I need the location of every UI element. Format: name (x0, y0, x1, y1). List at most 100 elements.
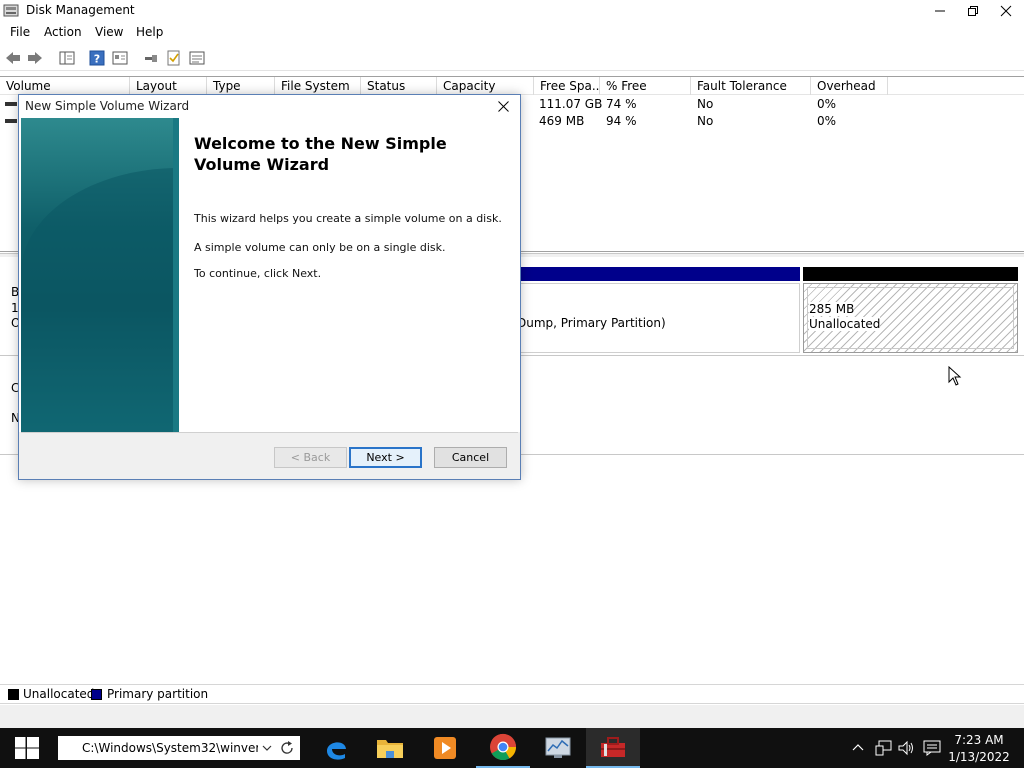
edge-icon (327, 742, 346, 760)
title-bar: Disk Management (0, 0, 1024, 22)
menu-help[interactable]: Help (136, 25, 163, 39)
wizard-heading: Welcome to the New Simple Volume Wizard (194, 134, 447, 174)
fault-tolerance-cell: No (697, 97, 714, 111)
refresh-icon[interactable] (280, 739, 296, 757)
wizard-banner-image (21, 118, 179, 432)
performance-monitor-icon (545, 737, 571, 758)
percent-free-cell: 94 % (606, 114, 637, 128)
file-explorer-icon (377, 740, 403, 758)
column-header-volume[interactable]: Volume (0, 77, 130, 95)
wizard-paragraph: To continue, click Next. (194, 267, 322, 280)
network-icon (875, 740, 892, 756)
percent-free-cell: 74 % (606, 97, 637, 111)
column-header-percent-free[interactable]: % Free (600, 77, 691, 95)
console-tree-icon (59, 51, 75, 65)
show-hide-console-tree-button[interactable] (58, 49, 76, 67)
svg-text:?: ? (94, 53, 100, 66)
key-icon (145, 55, 157, 62)
chevron-up-icon (852, 744, 864, 751)
unallocated-label: Unallocated (809, 317, 881, 331)
primary-partition-bar (520, 267, 800, 281)
notification-icon (923, 740, 941, 756)
next-button[interactable]: Next > (349, 447, 422, 468)
menu-view[interactable]: View (95, 25, 123, 39)
taskbar-app-performance-monitor[interactable] (531, 728, 585, 768)
properties-button[interactable] (111, 49, 129, 67)
status-bar (0, 705, 1024, 728)
taskbar-app-media-player[interactable] (418, 728, 472, 768)
clock-date[interactable]: 1/13/2022 (944, 750, 1014, 764)
network-tray-button[interactable] (875, 738, 893, 758)
speaker-icon (898, 740, 913, 756)
connect-button[interactable] (142, 49, 160, 67)
menu-bar: File Action View Help (0, 22, 1024, 43)
volume-icon (5, 102, 17, 106)
back-button[interactable] (4, 49, 22, 67)
column-header-capacity[interactable]: Capacity (437, 77, 534, 95)
toolbar: ? (0, 45, 1024, 71)
cancel-button[interactable]: Cancel (434, 447, 507, 468)
column-header-fault-tolerance[interactable]: Fault Tolerance (691, 77, 811, 95)
start-button[interactable] (0, 728, 54, 768)
disk-management-icon (3, 4, 19, 17)
column-header-layout[interactable]: Layout (130, 77, 207, 95)
close-button[interactable] (989, 0, 1023, 22)
overhead-cell: 0% (817, 97, 837, 111)
dialog-close-button[interactable] (487, 95, 519, 117)
checklist-icon (167, 50, 180, 66)
overhead-cell: 0% (817, 114, 837, 128)
list-view-icon (189, 51, 205, 65)
legend-bar: Unallocated Primary partition (0, 684, 1024, 704)
forward-button[interactable] (26, 49, 44, 67)
restore-button[interactable] (956, 0, 990, 22)
taskbar-app-chrome[interactable] (476, 728, 530, 768)
close-icon (497, 100, 509, 112)
address-run-box[interactable]: C:\Windows\System32\winver.ex (58, 736, 300, 760)
fault-tolerance-cell: No (697, 114, 714, 128)
new-simple-volume-wizard-dialog: New Simple Volume Wizard Welcome to the … (18, 94, 521, 480)
minimize-button[interactable] (923, 0, 957, 22)
unallocated-size: 285 MB (809, 302, 855, 316)
checklist-button[interactable] (165, 49, 183, 67)
action-center-button[interactable] (923, 738, 941, 758)
wizard-paragraph: A simple volume can only be on a single … (194, 241, 446, 254)
help-button[interactable]: ? (88, 49, 106, 67)
show-hidden-icons-button[interactable] (849, 738, 867, 758)
back-arrow-icon (6, 52, 20, 64)
run-box-text[interactable]: C:\Windows\System32\winver.ex (82, 741, 258, 755)
clock-time[interactable]: 7:23 AM (944, 733, 1014, 747)
chrome-icon (490, 733, 517, 761)
partition-description: Dump, Primary Partition) (517, 316, 666, 330)
primary-partition-block[interactable]: Dump, Primary Partition) (517, 283, 800, 353)
primary-partition-swatch (91, 689, 102, 700)
column-header-type[interactable]: Type (207, 77, 275, 95)
windows-logo-icon (15, 737, 39, 759)
legend-label-unallocated: Unallocated (23, 687, 95, 701)
toolbox-icon (601, 737, 625, 757)
taskbar-app-edge[interactable] (309, 728, 363, 768)
wizard-paragraph: This wizard helps you create a simple vo… (194, 212, 502, 225)
menu-action[interactable]: Action (44, 25, 82, 39)
volume-icon (5, 119, 17, 123)
properties-icon (112, 51, 128, 65)
volume-tray-button[interactable] (898, 738, 916, 758)
list-view-button[interactable] (188, 49, 206, 67)
taskbar-app-computer-management[interactable] (586, 728, 640, 768)
column-header-file-system[interactable]: File System (275, 77, 361, 95)
mouse-cursor-icon (948, 366, 962, 386)
taskbar-app-file-explorer[interactable] (363, 728, 417, 768)
window-title: Disk Management (26, 3, 135, 17)
column-header-free-space[interactable]: Free Spa... (534, 77, 600, 95)
forward-arrow-icon (28, 52, 42, 64)
banner-wave (21, 168, 179, 432)
legend-label-primary-partition: Primary partition (107, 687, 209, 701)
dialog-title-bar[interactable]: New Simple Volume Wizard (19, 95, 520, 117)
media-player-icon (434, 737, 456, 759)
unallocated-block[interactable]: 285 MB Unallocated (803, 283, 1018, 353)
column-header-overhead[interactable]: Overhead (811, 77, 888, 95)
column-header-status[interactable]: Status (361, 77, 437, 95)
banner-edge (173, 118, 179, 432)
back-button[interactable]: < Back (274, 447, 347, 468)
menu-file[interactable]: File (10, 25, 30, 39)
chevron-down-icon[interactable] (261, 739, 273, 757)
